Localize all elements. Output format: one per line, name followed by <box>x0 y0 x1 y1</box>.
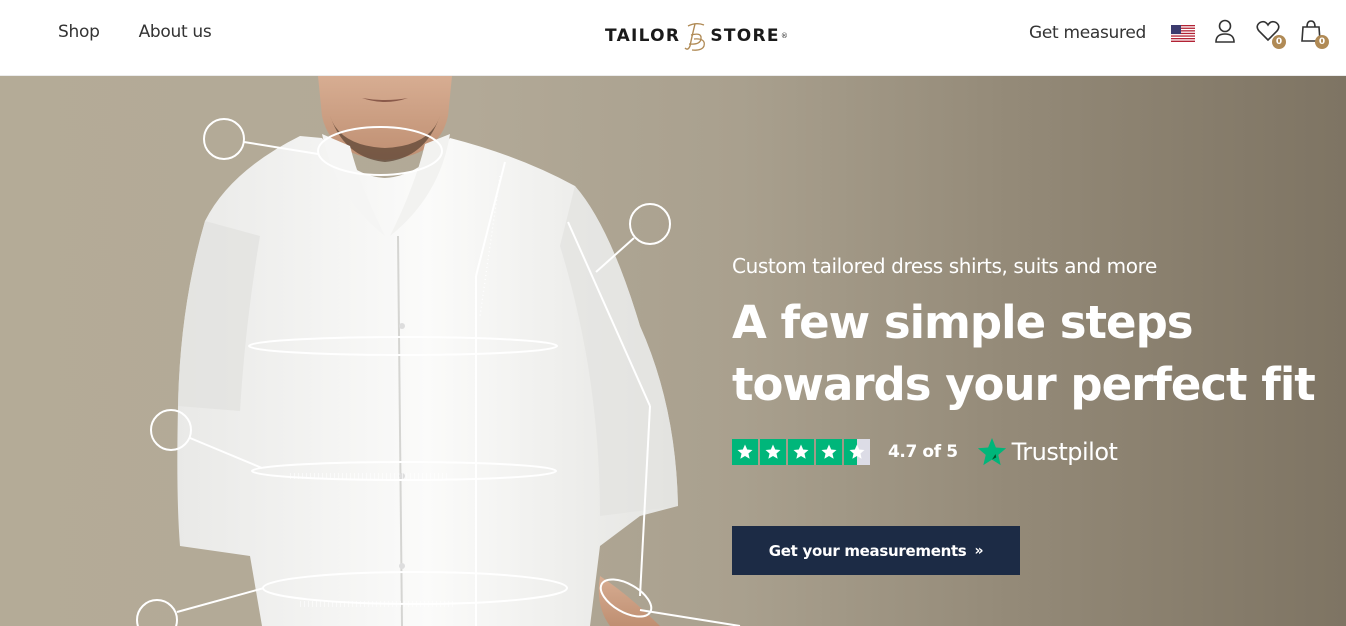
trustpilot-rating[interactable]: 4.7 of 5 Trustpilot <box>732 436 1315 468</box>
trustpilot-brand: Trustpilot <box>1011 438 1118 466</box>
account-button[interactable] <box>1212 18 1238 48</box>
star-icon <box>788 439 814 465</box>
logo-registered-mark: ® <box>780 32 790 40</box>
trustpilot-logo: Trustpilot <box>976 436 1118 468</box>
us-flag-icon[interactable] <box>1171 24 1195 42</box>
cart-count-badge: 0 <box>1315 35 1329 49</box>
hero-headline: A few simple steps towards your perfect … <box>732 292 1316 416</box>
wishlist-button[interactable]: 0 <box>1255 18 1286 49</box>
star-icon <box>816 439 842 465</box>
nav-link-shop[interactable]: Shop <box>58 22 100 42</box>
user-icon <box>1214 19 1236 47</box>
hero-banner: Custom tailored dress shirts, suits and … <box>0 76 1346 626</box>
hero-headline-line-1: A few simple steps <box>732 296 1194 349</box>
star-icon <box>732 439 758 465</box>
get-your-measurements-button[interactable]: Get your measurements » <box>732 526 1020 575</box>
hero-subtitle: Custom tailored dress shirts, suits and … <box>732 254 1157 278</box>
tailorstore-logo[interactable]: TAILOR STORE ® <box>605 20 789 52</box>
primary-nav: Shop About us <box>58 22 212 42</box>
star-icon <box>760 439 786 465</box>
cta-label: Get your measurements <box>768 541 967 560</box>
half-star-icon <box>844 439 870 465</box>
logo-text-left: TAILOR <box>605 26 681 46</box>
get-measured-link[interactable]: Get measured <box>1029 23 1146 43</box>
man-in-white-shirt-measurement-image <box>136 76 741 626</box>
logo-text-right: STORE <box>710 26 780 46</box>
rating-stars <box>732 439 870 465</box>
site-header: Shop About us TAILOR STORE ® Get measure… <box>0 0 1346 76</box>
cart-button[interactable]: 0 <box>1298 18 1329 49</box>
nav-link-about-us[interactable]: About us <box>139 22 212 42</box>
hero-copy: Custom tailored dress shirts, suits and … <box>732 254 1316 468</box>
utility-nav: Get measured 0 0 <box>1029 18 1329 49</box>
wishlist-count-badge: 0 <box>1272 35 1286 49</box>
rating-score: 4.7 of 5 <box>888 442 958 462</box>
double-chevron-right-icon: » <box>974 542 984 559</box>
trustpilot-star-icon <box>977 438 1006 466</box>
logo-monogram <box>682 20 708 52</box>
hero-headline-line-2: towards your perfect fit <box>732 358 1316 411</box>
